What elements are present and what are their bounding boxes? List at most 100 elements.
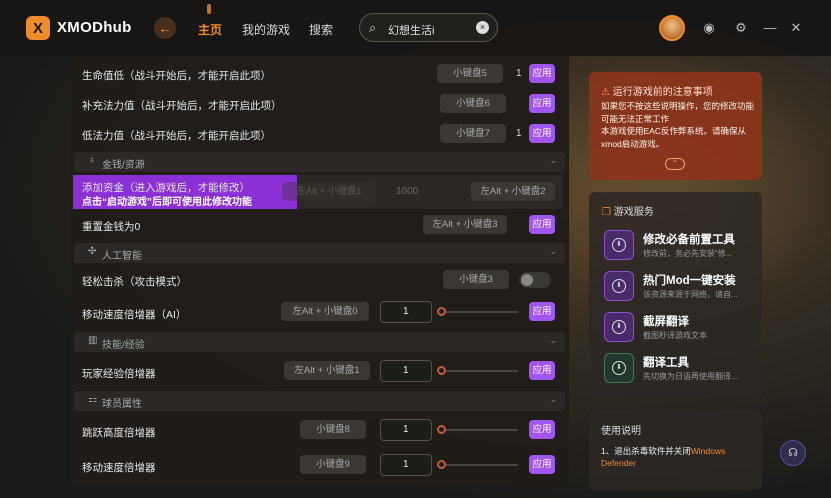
skills-icon: ▥ [88, 335, 98, 346]
hotkey-badge[interactable]: 小键盘7 [440, 124, 506, 143]
service-item[interactable]: ⬇ 截屏翻译 截图秒译游戏文本 [604, 309, 754, 345]
expand-notice-button[interactable]: ⌃ [665, 158, 685, 170]
value-input[interactable]: 1 [380, 419, 432, 441]
hotkey-badge[interactable]: 左Alt + 小键盘1 [284, 361, 370, 380]
cheat-row: 生命值低（战斗开始后，才能开启此项） 小键盘5 1 应用 [70, 64, 569, 84]
hotkey-badge[interactable]: 左Alt + 小键盘3 [423, 215, 507, 234]
settings-icon[interactable]: ⚙ [733, 20, 749, 36]
cheat-value: 1 [516, 128, 522, 139]
apply-button[interactable]: 应用 [529, 94, 555, 113]
clear-search-icon[interactable]: × [476, 21, 489, 34]
chevron-down-icon[interactable]: ⌄ [549, 246, 557, 257]
apply-button[interactable]: 应用 [529, 455, 555, 474]
value-input[interactable]: 1 [380, 454, 432, 476]
notification-icon[interactable]: ◉ [701, 20, 717, 36]
apply-button[interactable]: 应用 [529, 361, 555, 380]
cheat-row: 补充法力值（战斗开始后，才能开启此项） 小键盘6 应用 [70, 94, 569, 114]
hotkey-badge[interactable]: 小键盘6 [440, 94, 506, 113]
service-title: 截屏翻译 [643, 316, 689, 328]
cheat-row: 低法力值（战斗开始后，才能开启此项） 小键盘7 1 应用 [70, 124, 569, 144]
slider-handle[interactable] [437, 366, 446, 375]
slider-handle[interactable] [437, 425, 446, 434]
cheat-row: 移动速度倍增器 小键盘9 1 应用 [70, 454, 569, 476]
download-icon: ⬇ [604, 271, 634, 301]
notice-panel: ⚠ 运行游戏前的注意事项 如果您不按这些说明操作，您的修改功能可能无法正常工作 … [589, 72, 762, 180]
box-icon: ❐ [602, 207, 611, 218]
apply-button[interactable]: 应用 [529, 124, 555, 143]
hotkey-badge[interactable]: 小键盘8 [300, 420, 366, 439]
headset-icon[interactable]: ☊ [780, 440, 806, 466]
player-icon: ⚏ [88, 394, 97, 405]
hotkey-badge: 左Alt + 小键盘1 [282, 182, 376, 201]
service-desc: 该资源来源于网络，请自... [643, 290, 738, 299]
service-title: 翻译工具 [643, 357, 689, 369]
apply-button[interactable]: 应用 [529, 64, 555, 83]
cheat-label: 重置金钱为0 [82, 221, 141, 233]
section-title: 金钱/资源 [102, 160, 145, 171]
warning-icon: ⚠ [601, 87, 610, 98]
apply-button[interactable]: 应用 [529, 302, 555, 321]
minimize-icon[interactable]: — [762, 20, 778, 36]
service-item[interactable]: ⬇ 热门Mod一键安装 该资源来源于网络，请自... [604, 268, 754, 304]
cheat-row: 重置金钱为0 左Alt + 小键盘3 应用 [70, 215, 569, 235]
hotkey-badge[interactable]: 小键盘9 [300, 455, 366, 474]
hotkey-badge[interactable]: 小键盘5 [437, 64, 503, 83]
avatar[interactable] [659, 15, 685, 41]
cheat-row: 跳跃高度倍增器 小键盘8 1 应用 [70, 419, 569, 441]
cheat-row: 轻松击杀（攻击模式） 小键盘3 [70, 270, 569, 290]
apply-button[interactable]: 应用 [529, 420, 555, 439]
search-input[interactable]: 幻想生活i [388, 22, 434, 38]
value-slider[interactable] [438, 429, 518, 431]
value-input[interactable]: 1 [380, 301, 432, 323]
search-box[interactable]: ⌕ 幻想生活i × [359, 13, 498, 42]
value-slider[interactable] [438, 464, 518, 466]
chevron-down-icon[interactable]: ⌄ [549, 335, 557, 346]
cheat-row: 移动速度倍增器（AI） 左Alt + 小键盘0 1 应用 [70, 301, 569, 323]
nav-home[interactable]: 主页 [198, 21, 222, 38]
cheat-label: 低法力值（战斗开始后，才能开启此项） [82, 130, 271, 142]
close-icon[interactable]: ✕ [788, 20, 804, 36]
nav-active-indicator [207, 4, 211, 14]
guide-title: 使用说明 [601, 426, 641, 437]
section-title: 技能/经验 [102, 340, 145, 351]
slider-handle[interactable] [437, 307, 446, 316]
cheat-value: 1000 [396, 186, 419, 197]
download-icon: ⬇ [604, 230, 634, 260]
logo-icon: X [26, 16, 50, 40]
notice-body: 如果您不按这些说明操作，您的修改功能可能无法正常工作 本游戏使用EAC反作弊系统… [601, 101, 755, 149]
service-desc: 修改前，务必先安装“修... [643, 249, 733, 258]
apply-button[interactable]: 应用 [529, 215, 555, 234]
cheat-label: 生命值低（战斗开始后，才能开启此项） [82, 70, 271, 82]
service-title: 热门Mod一键安装 [643, 275, 736, 287]
chevron-down-icon[interactable]: ⌄ [549, 394, 557, 405]
section-skills[interactable]: ▥ 技能/经验 ⌄ [74, 332, 565, 352]
service-item[interactable]: ⬇ 翻译工具 先切换为日语再使用翻译... [604, 350, 754, 386]
cheat-label: 玩家经验倍增器 [82, 368, 156, 380]
hotkey-badge[interactable]: 左Alt + 小键盘0 [281, 302, 369, 321]
service-desc: 截图秒译游戏文本 [643, 331, 707, 340]
back-button[interactable]: ← [154, 17, 176, 39]
hotkey-badge[interactable]: 小键盘3 [443, 270, 509, 289]
nav-my-games[interactable]: 我的游戏 [242, 21, 290, 38]
cheat-row: 玩家经验倍增器 左Alt + 小键盘1 1 应用 [70, 360, 569, 382]
cheat-list-panel: 生命值低（战斗开始后，才能开启此项） 小键盘5 1 应用 补充法力值（战斗开始后… [70, 56, 569, 486]
cheat-label: 移动速度倍增器（AI） [82, 309, 187, 321]
value-input[interactable]: 1 [380, 360, 432, 382]
chevron-down-icon[interactable]: ⌄ [549, 155, 557, 166]
section-money[interactable]: ♁ 金钱/资源 ⌄ [74, 152, 565, 172]
value-slider[interactable] [438, 311, 518, 313]
usage-guide-panel: 使用说明 1、退出杀毒软件并关闭Windows Defender [589, 410, 762, 490]
cheat-label: 轻松击杀（攻击模式） [82, 276, 187, 288]
nav-search[interactable]: 搜索 [309, 21, 333, 38]
value-slider[interactable] [438, 370, 518, 372]
cheat-label: 移动速度倍增器 [82, 462, 156, 474]
hotkey-badge[interactable]: 左Alt + 小键盘2 [471, 182, 555, 201]
notice-title-text: 运行游戏前的注意事项 [612, 87, 713, 98]
service-item[interactable]: ⬇ 修改必备前置工具 修改前，务必先安装“修... [604, 227, 754, 263]
slider-handle[interactable] [437, 460, 446, 469]
section-title: 球员属性 [102, 399, 142, 410]
section-player[interactable]: ⚏ 球员属性 ⌄ [74, 391, 565, 411]
toggle-switch[interactable] [519, 272, 551, 288]
section-ai[interactable]: ✣ 人工智能 ⌄ [74, 243, 565, 263]
cheat-label: 跳跃高度倍增器 [82, 427, 156, 439]
